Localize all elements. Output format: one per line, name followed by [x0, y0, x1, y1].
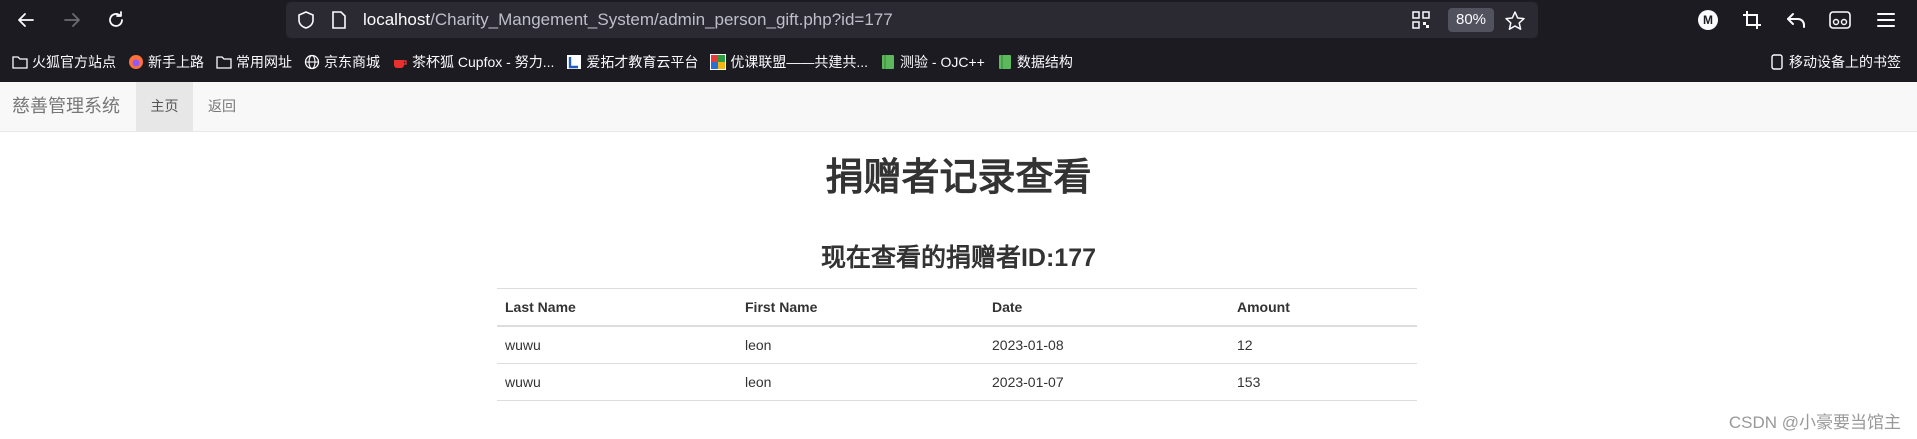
- column-header-date: Date: [984, 288, 1229, 327]
- bookmark-item[interactable]: 京东商城: [298, 48, 386, 76]
- donor-id-heading: 现在查看的捐赠者ID:177: [820, 244, 1097, 272]
- cell-last-name: wuwu: [497, 326, 737, 364]
- undo-button[interactable]: [1784, 8, 1808, 32]
- qr-code-icon[interactable]: [1412, 11, 1430, 29]
- bookmark-item[interactable]: 新手上路: [122, 48, 210, 76]
- colorful-icon: [710, 54, 727, 70]
- bookmark-item[interactable]: 优课联盟——共建共...: [704, 48, 874, 76]
- hamburger-menu-icon: [1877, 13, 1895, 27]
- bookmark-label: 新手上路: [148, 54, 204, 70]
- bookmark-label: 测验 - OJC++: [900, 54, 985, 70]
- cell-amount: 12: [1229, 326, 1417, 364]
- folder-icon: [12, 54, 28, 70]
- zoom-badge[interactable]: 80%: [1448, 8, 1495, 32]
- page-title: 捐赠者记录查看: [825, 157, 1092, 199]
- star-icon[interactable]: [1504, 10, 1526, 32]
- table-row: wuwu leon 2023-01-07 153: [497, 363, 1417, 401]
- cell-amount: 153: [1229, 363, 1417, 401]
- bookmark-label: 优课联盟——共建共...: [730, 54, 869, 70]
- crop-icon: [1743, 11, 1761, 29]
- cell-last-name: wuwu: [497, 363, 737, 401]
- site-brand[interactable]: 慈善管理系统: [12, 82, 120, 131]
- bookmark-label: 火狐官方站点: [32, 54, 116, 70]
- column-header-first-name: First Name: [737, 288, 984, 327]
- bookmark-label: 京东商城: [324, 54, 380, 70]
- reload-button[interactable]: [98, 2, 134, 38]
- bookmark-label: 茶杯狐 Cupfox - 努力...: [412, 54, 555, 70]
- folder-icon: [216, 54, 232, 70]
- bookmark-label: 爱拓才教育云平台: [586, 54, 699, 70]
- bookmark-item[interactable]: 测验 - OJC++: [874, 48, 991, 76]
- mobile-bookmarks-label: 移动设备上的书签: [1789, 54, 1901, 70]
- bookmark-label: 常用网址: [236, 54, 292, 70]
- back-button[interactable]: [8, 2, 44, 38]
- reload-icon: [109, 11, 123, 27]
- mobile-bookmarks[interactable]: 移动设备上的书签: [1763, 48, 1907, 76]
- cell-date: 2023-01-07: [984, 363, 1229, 401]
- bookmarks-bar: 火狐官方站点 新手上路 常用网址 京东商城 茶杯狐 Cupfox - 努力...…: [0, 41, 1917, 82]
- crop-button[interactable]: [1740, 8, 1764, 32]
- forward-button[interactable]: [54, 2, 90, 38]
- url-path: /Charity_Mangement_System/admin_person_g…: [430, 10, 893, 29]
- shield-icon[interactable]: [296, 10, 316, 30]
- green-book-icon: [997, 54, 1013, 70]
- bookmark-item[interactable]: 火狐官方站点: [6, 48, 122, 76]
- green-book-icon: [880, 54, 896, 70]
- address-bar[interactable]: localhost/Charity_Mangement_System/admin…: [286, 2, 1538, 38]
- page-icon[interactable]: [330, 10, 348, 30]
- cell-first-name: leon: [737, 363, 984, 401]
- cell-date: 2023-01-08: [984, 326, 1229, 364]
- browser-toolbar: localhost/Charity_Mangement_System/admin…: [0, 0, 1917, 41]
- mobile-device-icon: [1769, 54, 1785, 70]
- cell-first-name: leon: [737, 326, 984, 364]
- column-header-amount: Amount: [1229, 288, 1417, 327]
- nav-back[interactable]: 返回: [193, 82, 251, 131]
- nav-home[interactable]: 主页: [136, 82, 193, 131]
- cupfox-icon: [392, 54, 408, 70]
- bookmark-item[interactable]: 数据结构: [991, 48, 1079, 76]
- bookmark-item[interactable]: 爱拓才教育云平台: [560, 48, 704, 76]
- bookmark-label: 数据结构: [1016, 54, 1073, 70]
- firefox-icon: [128, 54, 144, 70]
- menu-button[interactable]: [1874, 8, 1898, 32]
- arrow-right-icon: [64, 13, 80, 27]
- mask-icon: [1829, 11, 1851, 29]
- url-host: localhost: [363, 10, 431, 29]
- bookmark-item[interactable]: 茶杯狐 Cupfox - 努力...: [386, 48, 560, 76]
- account-button[interactable]: M: [1696, 8, 1720, 32]
- arrow-left-icon: [18, 13, 34, 27]
- csdn-watermark: CSDN @小豪要当馆主: [1728, 413, 1901, 432]
- account-icon: M: [1698, 10, 1718, 30]
- undo-icon: [1787, 13, 1805, 28]
- bookmark-item[interactable]: 常用网址: [210, 48, 298, 76]
- site-navbar: 慈善管理系统 主页 返回: [0, 82, 1917, 132]
- column-header-last-name: Last Name: [497, 288, 737, 327]
- donation-records-table: Last Name First Name Date Amount wuwu le…: [497, 288, 1417, 401]
- extension-button[interactable]: [1828, 8, 1852, 32]
- url-text[interactable]: localhost/Charity_Mangement_System/admin…: [363, 2, 893, 38]
- table-header-row: Last Name First Name Date Amount: [497, 288, 1417, 327]
- table-row: wuwu leon 2023-01-08 12: [497, 326, 1417, 364]
- platform-icon: [566, 54, 582, 70]
- globe-icon: [304, 54, 320, 70]
